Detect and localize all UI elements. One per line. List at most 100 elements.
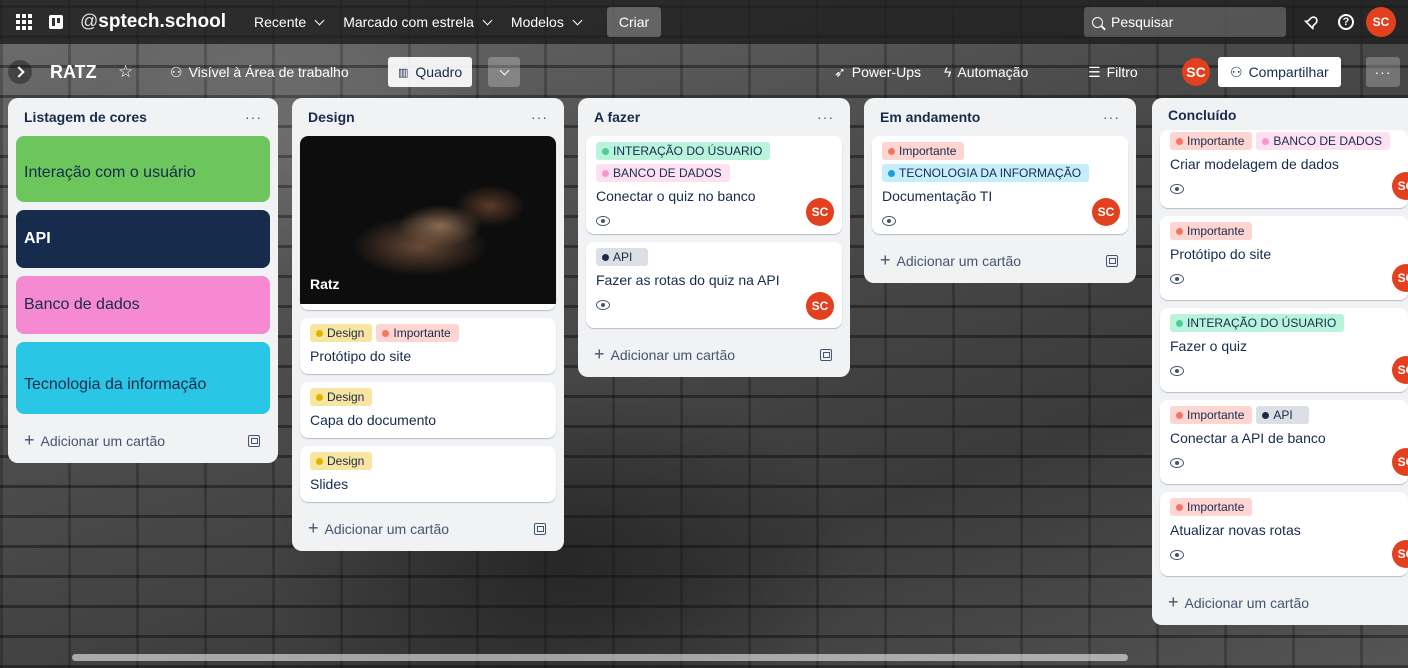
menu-starred-label: Marcado com estrela: [343, 14, 474, 30]
search-placeholder: Pesquisar: [1111, 14, 1174, 30]
workspace-name[interactable]: @ sptech.school: [80, 11, 226, 33]
list-menu-button[interactable]: ···: [817, 109, 834, 125]
board-title[interactable]: RATZ: [50, 58, 97, 86]
add-card-button[interactable]: + Adicionar um cartão: [16, 422, 270, 455]
card-template-icon[interactable]: [534, 522, 546, 535]
list-card[interactable]: Importante BANCO DE DADOS Criar modelage…: [1160, 130, 1408, 208]
notifications-bell-icon[interactable]: [1298, 8, 1326, 36]
power-ups-label: Power-Ups: [851, 64, 921, 80]
label-interacao[interactable]: INTERAÇÃO DO ÚSUARIO: [596, 142, 771, 160]
label-importante[interactable]: Importante: [882, 142, 965, 160]
chevron-down-icon: [499, 65, 509, 75]
board-view-button[interactable]: ▥ Quadro: [388, 57, 473, 87]
automation-button[interactable]: ϟ Automação: [944, 58, 1028, 86]
label-interacao[interactable]: INTERAÇÃO DO ÚSUARIO: [1170, 314, 1345, 332]
list-card[interactable]: INTERAÇÃO DO ÚSUARIO Fazer o quiz SC: [1160, 308, 1408, 392]
create-button[interactable]: Criar: [606, 7, 662, 37]
list-card[interactable]: Importante TECNOLOGIA DA INFORMAÇÃO Docu…: [872, 136, 1128, 234]
search-input[interactable]: Pesquisar: [1084, 7, 1286, 37]
card-member-avatar[interactable]: SC: [1392, 356, 1408, 384]
label-importante[interactable]: Importante: [1170, 406, 1253, 424]
list-listagem-de-cores: Listagem de cores ··· Interação com o us…: [8, 98, 278, 463]
list-menu-button[interactable]: ···: [1103, 109, 1120, 125]
list-menu-button[interactable]: ···: [531, 109, 548, 125]
power-ups-button[interactable]: ➶ Power-Ups: [834, 58, 921, 86]
list-card[interactable]: Importante Atualizar novas rotas SC: [1160, 492, 1408, 576]
plus-icon: +: [308, 518, 319, 538]
label-importante[interactable]: Importante: [1170, 222, 1253, 240]
header-avatar[interactable]: SC: [1366, 7, 1396, 37]
color-card-tecnologia[interactable]: Tecnologia da informação: [16, 342, 270, 414]
label-importante[interactable]: Importante: [1170, 498, 1253, 516]
list-em-andamento: Em andamento ··· Importante TECNOLOGIA D…: [864, 98, 1136, 283]
card-member-avatar[interactable]: SC: [806, 292, 834, 320]
label-text: BANCO DE DADOS: [1273, 134, 1383, 148]
board-member-avatar[interactable]: SC: [1182, 58, 1210, 86]
label-design[interactable]: Design: [310, 452, 373, 470]
card-member-avatar[interactable]: SC: [1392, 448, 1408, 476]
card-member-avatar[interactable]: SC: [1392, 172, 1408, 200]
watching-eye-icon: [1170, 184, 1184, 194]
app-switcher-icon[interactable]: [8, 6, 40, 38]
list-menu-button[interactable]: ···: [245, 109, 262, 125]
help-icon[interactable]: ?: [1332, 8, 1360, 36]
add-card-button[interactable]: + Adicionar um cartão: [872, 242, 1128, 275]
visibility-button[interactable]: ⚇ Visível à Área de trabalho: [170, 58, 349, 86]
label-banco-de-dados[interactable]: BANCO DE DADOS: [1256, 132, 1391, 150]
board-view-label: Quadro: [415, 64, 463, 80]
list-title[interactable]: A fazer: [594, 109, 640, 125]
share-button[interactable]: ⚇ Compartilhar: [1218, 57, 1341, 87]
card-title: Atualizar novas rotas: [1170, 522, 1301, 538]
label-text: Importante: [393, 326, 451, 340]
add-card-button[interactable]: + Adicionar um cartão: [300, 510, 556, 543]
add-card-button[interactable]: + Adicionar um cartão: [586, 336, 842, 369]
expand-sidebar-button[interactable]: [8, 60, 32, 84]
list-title[interactable]: Em andamento: [880, 109, 980, 125]
list-title[interactable]: Design: [308, 109, 355, 125]
label-banco-de-dados[interactable]: BANCO DE DADOS: [596, 164, 730, 182]
color-card-banco-de-dados[interactable]: Banco de dados: [16, 276, 270, 334]
trello-logo-icon[interactable]: [40, 6, 72, 38]
watching-eye-icon: [882, 216, 896, 226]
card-template-icon[interactable]: [1106, 254, 1118, 267]
list-title[interactable]: Concluído: [1168, 107, 1236, 123]
color-card-api[interactable]: API: [16, 210, 270, 268]
card-member-avatar[interactable]: SC: [1092, 198, 1120, 226]
card-member-avatar[interactable]: SC: [1392, 264, 1408, 292]
list-a-fazer: A fazer ··· INTERAÇÃO DO ÚSUARIO BANCO D…: [578, 98, 850, 377]
board-menu-button[interactable]: ···: [1366, 57, 1400, 87]
list-title[interactable]: Listagem de cores: [24, 109, 147, 125]
horizontal-scrollbar[interactable]: [72, 654, 1128, 661]
label-design[interactable]: Design: [310, 388, 373, 406]
label-tecnologia[interactable]: TECNOLOGIA DA INFORMAÇÃO: [882, 164, 1090, 182]
cover-card[interactable]: Ratz: [300, 136, 556, 310]
list-card[interactable]: API Fazer as rotas do quiz na API SC: [586, 242, 842, 328]
list-card[interactable]: INTERAÇÃO DO ÚSUARIO BANCO DE DADOS Cone…: [586, 136, 842, 234]
label-text: Importante: [1187, 408, 1245, 422]
menu-recent[interactable]: Recente: [244, 8, 333, 36]
menu-starred[interactable]: Marcado com estrela: [333, 8, 501, 36]
card-member-avatar[interactable]: SC: [1392, 540, 1408, 568]
label-api[interactable]: API: [1256, 406, 1309, 424]
card-title: Documentação TI: [882, 188, 993, 204]
label-importante[interactable]: Importante: [376, 324, 459, 342]
list-card[interactable]: Importante API Conectar a API de banco S…: [1160, 400, 1408, 484]
card-template-icon[interactable]: [820, 348, 832, 361]
list-card[interactable]: Design Slides: [300, 446, 556, 502]
add-card-button[interactable]: + Adicionar um cartão: [1160, 584, 1408, 617]
filter-icon: ☰: [1088, 63, 1101, 80]
card-template-icon[interactable]: [248, 434, 260, 447]
list-card[interactable]: Design Capa do documento: [300, 382, 556, 438]
filter-button[interactable]: ☰ Filtro: [1088, 58, 1138, 86]
label-importante[interactable]: Importante: [1170, 132, 1253, 150]
label-api[interactable]: API: [596, 248, 649, 266]
view-dropdown-button[interactable]: [488, 57, 520, 87]
color-card-interacao[interactable]: Interação com o usuário: [16, 136, 270, 202]
menu-templates[interactable]: Modelos: [501, 8, 591, 36]
label-design[interactable]: Design: [310, 324, 373, 342]
card-member-avatar[interactable]: SC: [806, 198, 834, 226]
list-card[interactable]: Design Importante Protótipo do site: [300, 318, 556, 374]
list-card[interactable]: Importante Protótipo do site SC: [1160, 216, 1408, 300]
star-icon[interactable]: ☆: [118, 58, 133, 86]
chevron-down-icon: [482, 15, 493, 25]
